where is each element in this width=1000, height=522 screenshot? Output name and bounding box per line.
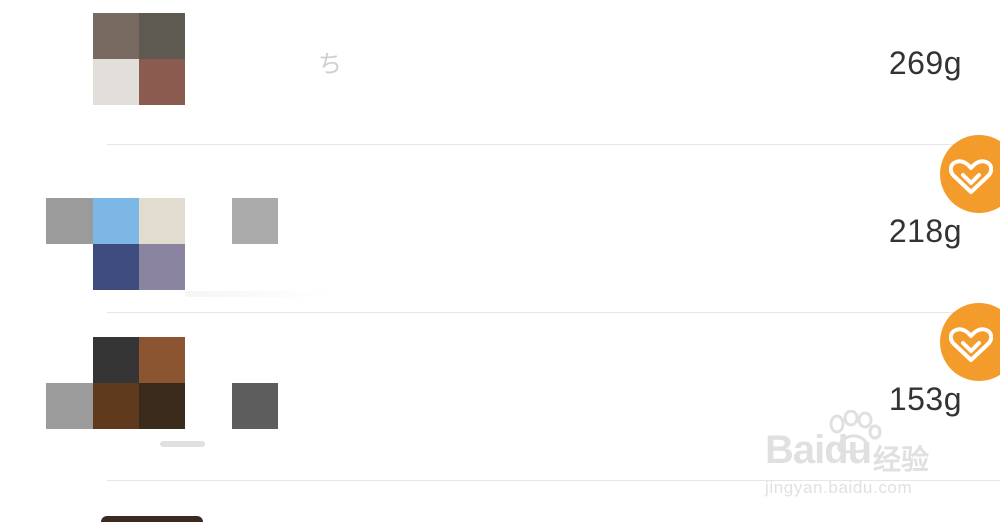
item-thumbnail[interactable]: [101, 516, 203, 522]
item-thumbnail[interactable]: [46, 337, 186, 429]
blurred-tag: [232, 383, 278, 429]
list-item[interactable]: ち 269g: [0, 0, 1000, 145]
watermark-url: jingyan.baidu.com: [765, 478, 913, 497]
thumbnail-tile: [46, 198, 93, 244]
thumbnail-tile: [139, 383, 185, 429]
favorite-badge[interactable]: [940, 135, 1000, 213]
baidu-jingyan-watermark: Baidu 经验 jingyan.baidu.com: [765, 410, 965, 505]
item-weight: 218g: [888, 213, 962, 249]
thumbnail-tile: [93, 383, 139, 429]
item-weight: 269g: [888, 45, 962, 81]
heart-outline-icon: [949, 327, 993, 362]
blurred-title-fragment: ち: [318, 51, 342, 78]
thumbnail-tile: [93, 59, 139, 105]
blurred-tag: [232, 198, 278, 244]
item-thumbnail[interactable]: [93, 13, 185, 105]
thumbnail-tile: [46, 383, 93, 429]
thumbnail-tile: [139, 198, 185, 244]
thumbnail-tile: [139, 337, 185, 383]
thumbnail-tile: [139, 13, 185, 59]
list-item[interactable]: 218g: [0, 135, 1000, 313]
watermark-label: 经验: [873, 443, 930, 476]
shadow: [160, 441, 205, 447]
thumbnail-tile: [139, 59, 185, 105]
thumbnail-tile: [93, 198, 139, 244]
favorite-badge[interactable]: [940, 303, 1000, 381]
item-thumbnail[interactable]: [46, 198, 186, 290]
thumbnail-tile: [93, 244, 139, 290]
thumbnail-tile: [93, 13, 139, 59]
watermark-logo: Baidu: [765, 428, 872, 472]
thumbnail-tile: [93, 337, 139, 383]
thumbnail-tile: [139, 244, 185, 290]
heart-outline-icon: [949, 159, 993, 194]
shadow: [185, 291, 335, 297]
product-list-screen: ち 269g 218g 153g Baidu 经验 jingyan.baidu.…: [0, 0, 1000, 522]
